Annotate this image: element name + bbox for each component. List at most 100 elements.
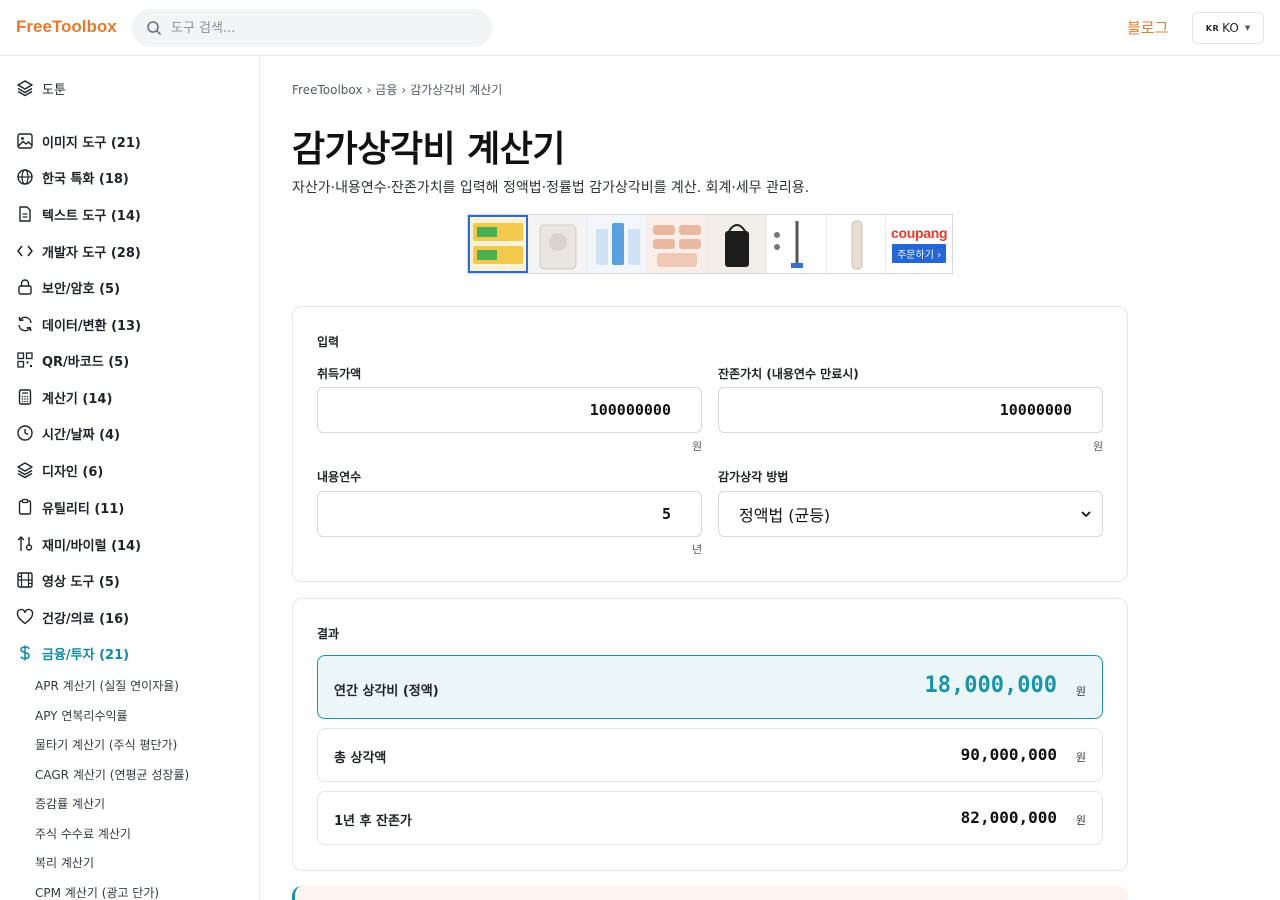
- language-code: KO: [1222, 21, 1239, 35]
- site-logo[interactable]: FreeToolbox: [16, 17, 117, 37]
- sidebar-item-fun[interactable]: 재미/바이럴 (14): [16, 533, 141, 555]
- result-label: 연간 상각비 (정액): [334, 684, 439, 699]
- main-content: FreeToolbox › 금융 › 감가상각비 계산기 감가상각비 계산기 자산가·내…: [260, 56, 1280, 900]
- result-value: 90,000,000: [960, 745, 1057, 764]
- ad-banner[interactable]: coupang 주문하기 ›: [467, 214, 953, 274]
- result-unit: 원: [1075, 685, 1086, 698]
- sidebar-item-label: 계산기 (14): [42, 391, 113, 407]
- product-image: [826, 215, 886, 273]
- sidebar-subitem[interactable]: 증감률 계산기: [35, 795, 105, 812]
- acquisition-unit: 원: [692, 440, 703, 453]
- result-row-remaining: 1년 후 잔존가 82,000,000 원: [317, 791, 1103, 845]
- product-image: [587, 215, 647, 273]
- sidebar-item-calculator[interactable]: 계산기 (14): [16, 386, 112, 408]
- result-label: 총 상각액: [334, 751, 387, 766]
- sidebar-item-image[interactable]: 이미지 도구 (21): [16, 130, 141, 152]
- search-bar[interactable]: [132, 9, 492, 47]
- sidebar-item-data[interactable]: 데이터/변환 (13): [16, 313, 141, 335]
- result-label: 1년 후 잔존가: [334, 814, 412, 829]
- sidebar-item-video[interactable]: 영상 도구 (5): [16, 569, 120, 591]
- heart-icon: [16, 608, 34, 625]
- top-header: FreeToolbox 블로그 KR KO ▼: [0, 0, 1280, 56]
- salvage-input[interactable]: 10000000: [718, 387, 1103, 433]
- breadcrumb-current: 감가상각비 계산기: [410, 83, 503, 97]
- ad-product-thumb[interactable]: [468, 215, 528, 273]
- sidebar-item-label: 데이터/변환 (13): [42, 318, 142, 334]
- result-value: 82,000,000: [960, 808, 1057, 827]
- result-row-total: 총 상각액 90,000,000 원: [317, 728, 1103, 782]
- sidebar-item-health[interactable]: 건강/의료 (16): [16, 606, 129, 628]
- ad-product-thumb[interactable]: [766, 215, 827, 273]
- document-icon: [19, 206, 31, 222]
- sidebar-subitem[interactable]: 복리 계산기: [35, 854, 94, 871]
- sidebar-item-label: 재미/바이럴 (14): [42, 538, 142, 554]
- sidebar-subitem[interactable]: APY 연복리수익률: [35, 707, 128, 724]
- search-input[interactable]: [171, 20, 471, 36]
- sidebar-item-design[interactable]: 디자인 (6): [16, 459, 103, 481]
- breadcrumb-category[interactable]: 금융: [375, 83, 397, 97]
- sidebar-item-label: 도툰: [42, 82, 66, 98]
- globe-icon: [17, 169, 33, 185]
- salvage-label: 잔존가치 (내용연수 만료시): [718, 367, 859, 381]
- ad-product-thumb[interactable]: [826, 215, 887, 273]
- sidebar-item-finance[interactable]: 금융/투자 (21): [16, 642, 129, 664]
- sidebar-item-label: 보안/암호 (5): [42, 281, 121, 297]
- coupang-logo: coupang: [890, 225, 948, 241]
- refresh-icon: [18, 316, 32, 332]
- acquisition-input[interactable]: 100000000: [317, 387, 702, 433]
- sidebar-item-korea[interactable]: 한국 특화 (18): [16, 166, 129, 188]
- ad-product-thumb[interactable]: [707, 215, 767, 273]
- ad-product-thumb[interactable]: [527, 215, 588, 273]
- coupang-cta[interactable]: coupang 주문하기 ›: [886, 215, 952, 273]
- blog-link[interactable]: 블로그: [1127, 17, 1168, 38]
- sidebar-item-label: 개발자 도구 (28): [42, 245, 141, 261]
- sidebar-item-qr[interactable]: QR/바코드 (5): [16, 349, 129, 371]
- product-image: [527, 215, 587, 273]
- product-image: [468, 215, 527, 273]
- calculator-icon: [18, 389, 32, 405]
- sidebar-subitem[interactable]: CPM 계산기 (광고 단가): [35, 884, 159, 900]
- page-title: 감가상각비 계산기: [292, 129, 566, 170]
- clipboard-icon: [18, 498, 32, 515]
- life-input[interactable]: 5: [317, 491, 702, 537]
- sidebar: 도툰 이미지 도구 (21) 한국 특화 (18) 텍스트 도구 (14) 개발…: [0, 56, 260, 900]
- result-unit: 원: [1075, 814, 1086, 827]
- lock-icon: [18, 279, 32, 295]
- sidebar-item-label: 한국 특화 (18): [42, 171, 129, 187]
- layers-icon: [17, 462, 33, 479]
- sidebar-item-text[interactable]: 텍스트 도구 (14): [16, 203, 141, 225]
- clock-icon: [17, 425, 33, 441]
- sidebar-subitem[interactable]: APR 계산기 (실질 연이자율): [35, 677, 179, 694]
- sidebar-item-top[interactable]: 도툰: [16, 77, 66, 99]
- product-image: [647, 215, 707, 273]
- order-button[interactable]: 주문하기 ›: [892, 244, 947, 263]
- search-icon: [147, 21, 161, 35]
- sidebar-item-utility[interactable]: 유틸리티 (11): [16, 496, 124, 518]
- result-value: 18,000,000: [924, 673, 1057, 698]
- shuffle-icon: [17, 536, 33, 551]
- sidebar-subitem[interactable]: CAGR 계산기 (연평균 성장률): [35, 766, 189, 783]
- ad-product-thumb[interactable]: [647, 215, 707, 273]
- page-description: 자산가·내용연수·잔존가치를 입력해 정액법·정률법 감가상각비를 계산. 회계…: [292, 180, 810, 196]
- method-selected-value: 정액법 (균등): [739, 506, 831, 525]
- language-selector[interactable]: KR KO ▼: [1192, 12, 1264, 44]
- sidebar-item-label: QR/바코드 (5): [42, 354, 130, 370]
- product-image: [707, 215, 766, 273]
- breadcrumb-home[interactable]: FreeToolbox: [292, 83, 362, 97]
- salvage-unit: 원: [1093, 440, 1104, 453]
- caret-down-icon: ▼: [1244, 24, 1251, 32]
- result-row-annual: 연간 상각비 (정액) 18,000,000 원: [317, 655, 1103, 719]
- chevron-down-icon: [1081, 511, 1091, 518]
- film-icon: [17, 572, 33, 588]
- sidebar-item-label: 디자인 (6): [42, 464, 104, 480]
- input-card-title: 입력: [317, 335, 340, 349]
- sidebar-item-security[interactable]: 보안/암호 (5): [16, 276, 120, 298]
- ad-product-thumb[interactable]: [587, 215, 648, 273]
- info-card: [292, 886, 1128, 900]
- sidebar-item-time[interactable]: 시간/날짜 (4): [16, 422, 120, 444]
- sidebar-item-dev[interactable]: 개발자 도구 (28): [16, 240, 141, 262]
- sidebar-subitem[interactable]: 주식 수수료 계산기: [35, 825, 131, 842]
- method-select[interactable]: 정액법 (균등): [718, 491, 1103, 537]
- sidebar-subitem[interactable]: 물타기 계산기 (주식 평단가): [35, 736, 177, 753]
- life-unit: 년: [692, 543, 703, 556]
